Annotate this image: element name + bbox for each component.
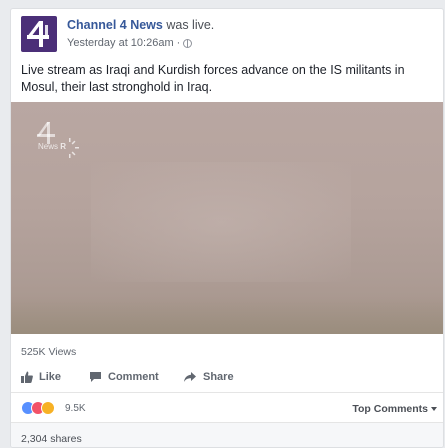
globe-icon[interactable] [183,38,193,48]
view-count: 525K Views [21,346,77,358]
channel4-logo-icon [27,21,49,47]
video-haze [91,162,351,282]
page-name-link[interactable]: Channel 4 News [67,18,163,32]
post-card: Channel 4 News was live. Yesterday at 10… [10,8,444,448]
reaction-count[interactable]: 9.5K [65,403,86,414]
share-arrow-icon [184,372,196,382]
comment-bubble-icon [90,372,101,382]
post-text: Live stream as Iraqi and Kurdish forces … [21,63,405,94]
share-button[interactable]: Share [183,371,234,383]
share-label: Share [203,371,234,383]
watermark-label: News R [38,142,67,151]
page-avatar[interactable] [21,16,57,52]
header-meta-line: Yesterday at 10:26am · [67,36,214,50]
share-count[interactable]: 2,304 shares [21,433,82,445]
comment-button[interactable]: Comment [89,371,183,383]
header-text: Channel 4 News was live. Yesterday at 10… [67,17,214,50]
like-button[interactable]: Like [21,371,89,383]
reaction-icons[interactable] [21,401,55,415]
shares-summary: 2,304 shares [11,422,443,447]
post-header: Channel 4 News was live. Yesterday at 10… [21,16,433,60]
post-timestamp[interactable]: Yesterday at 10:26am [67,36,174,50]
video-ground [11,296,443,334]
live-status-text: was live. [162,18,215,32]
meta-separator: · [176,37,181,49]
like-label: Like [39,371,62,383]
live-video-player[interactable]: News R [11,102,443,334]
sad-reaction-icon [41,401,55,415]
thumbs-up-icon [21,371,33,383]
top-comments-label: Top Comments [352,403,428,415]
action-bar: Like Comment Share [21,367,234,387]
chevron-down-icon [431,407,437,411]
header-title-line: Channel 4 News was live. [67,17,214,33]
top-comments-dropdown[interactable]: Top Comments [352,403,437,415]
comment-label: Comment [108,371,159,383]
reactions-summary: 9.5K Top Comments [11,392,443,422]
